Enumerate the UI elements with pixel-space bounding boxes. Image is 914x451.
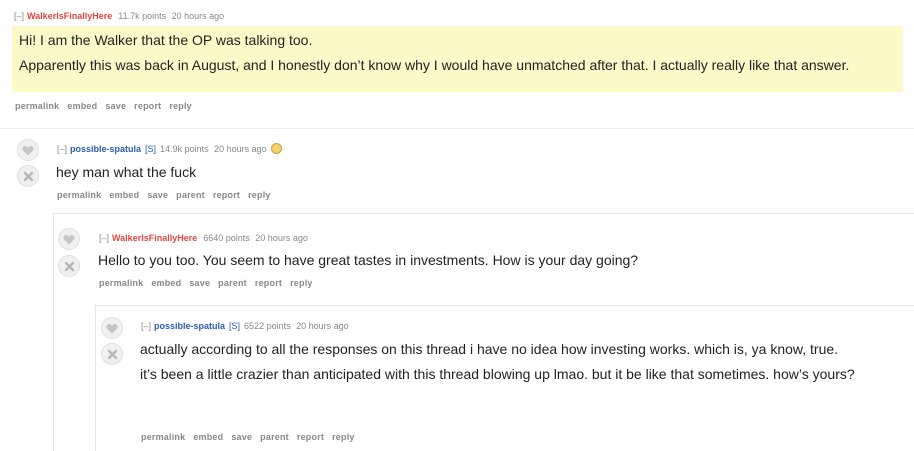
timestamp: 20 hours ago <box>171 11 225 21</box>
permalink-button[interactable]: permalink <box>15 101 59 111</box>
embed-button[interactable]: embed <box>109 190 139 200</box>
downvote-x-button[interactable] <box>17 165 39 187</box>
reply-button[interactable]: reply <box>169 101 192 111</box>
score: 6640 points <box>203 233 250 243</box>
submitter-badge[interactable]: [S] <box>229 321 240 331</box>
report-button[interactable]: report <box>297 432 324 442</box>
comment-buttons: permalink embed save parent report reply <box>141 432 363 442</box>
author-link[interactable]: possible-spatula <box>70 144 141 154</box>
close-icon <box>107 349 117 359</box>
score: 6522 points <box>244 321 291 331</box>
collapse-toggle[interactable]: [–] <box>57 144 67 154</box>
permalink-button[interactable]: permalink <box>141 432 185 442</box>
timestamp: 20 hours ago <box>296 321 349 331</box>
upvote-heart-button[interactable] <box>17 139 39 161</box>
collapse-toggle[interactable]: [–] <box>141 321 151 331</box>
downvote-x-button[interactable] <box>58 255 80 277</box>
permalink-button[interactable]: permalink <box>99 278 143 288</box>
comment-tagline: [–] possible-spatula [S] 6522 points 20 hou… <box>141 320 349 332</box>
heart-icon <box>63 234 75 244</box>
save-button[interactable]: save <box>105 101 126 111</box>
downvote-x-button[interactable] <box>101 343 123 365</box>
parent-button[interactable]: parent <box>176 190 205 200</box>
award-icon[interactable] <box>270 143 282 154</box>
timestamp: 20 hours ago <box>255 233 308 243</box>
heart-icon <box>22 145 34 155</box>
comment-body: hey man what the fuck <box>56 162 896 187</box>
author-link[interactable]: possible-spatula <box>154 321 225 331</box>
comment-paragraph: Apparently this was back in August, and … <box>19 57 850 73</box>
score: 11.7k points <box>118 11 167 21</box>
report-button[interactable]: report <box>134 101 161 111</box>
divider <box>0 128 914 129</box>
save-button[interactable]: save <box>231 432 252 442</box>
comment-buttons: permalink embed save parent report reply <box>99 278 321 288</box>
comment-paragraph: actually according to all the responses … <box>140 341 839 357</box>
embed-button[interactable]: embed <box>193 432 223 442</box>
comment-paragraph: Hi! I am the Walker that the OP was talk… <box>19 32 313 48</box>
comment-tagline: [–] WalkerIsFinallyHere 11.7k points 20 ho… <box>14 10 224 22</box>
permalink-button[interactable]: permalink <box>57 190 101 200</box>
comment-buttons: permalink embed save report reply <box>15 101 200 111</box>
comment-paragraph: Hello to you too. You seem to have great… <box>98 252 639 268</box>
upvote-heart-button[interactable] <box>58 228 80 250</box>
report-button[interactable]: report <box>213 190 240 200</box>
author-link[interactable]: WalkerIsFinallyHere <box>27 11 112 21</box>
comment-body: Hi! I am the Walker that the OP was talk… <box>19 30 887 80</box>
timestamp: 20 hours ago <box>214 144 267 154</box>
close-icon <box>64 261 74 271</box>
collapse-toggle[interactable]: [–] <box>14 11 24 21</box>
collapse-toggle[interactable]: [–] <box>99 233 109 243</box>
reply-button[interactable]: reply <box>248 190 271 200</box>
embed-button[interactable]: embed <box>67 101 97 111</box>
parent-button[interactable]: parent <box>218 278 247 288</box>
author-link[interactable]: WalkerIsFinallyHere <box>112 233 197 243</box>
score: 14.9k points <box>160 144 209 154</box>
save-button[interactable]: save <box>189 278 210 288</box>
save-button[interactable]: save <box>147 190 168 200</box>
comment-body: Hello to you too. You seem to have great… <box>98 250 898 275</box>
submitter-badge[interactable]: [S] <box>145 144 156 154</box>
close-icon <box>23 171 33 181</box>
comment-paragraph: hey man what the fuck <box>56 164 197 180</box>
upvote-heart-button[interactable] <box>101 317 123 339</box>
embed-button[interactable]: embed <box>151 278 181 288</box>
reply-button[interactable]: reply <box>332 432 355 442</box>
comment-buttons: permalink embed save parent report reply <box>57 190 279 200</box>
heart-icon <box>106 323 118 333</box>
comment-body: actually according to all the responses … <box>140 339 908 389</box>
comment-tagline: [–] WalkerIsFinallyHere 6640 points 20 hou… <box>99 232 308 244</box>
report-button[interactable]: report <box>255 278 282 288</box>
comment-tagline: [–] possible-spatula [S] 14.9k points 20 ho… <box>57 143 282 155</box>
comment-paragraph: it’s been a little crazier than anticipa… <box>140 366 855 382</box>
reply-button[interactable]: reply <box>290 278 313 288</box>
parent-button[interactable]: parent <box>260 432 289 442</box>
